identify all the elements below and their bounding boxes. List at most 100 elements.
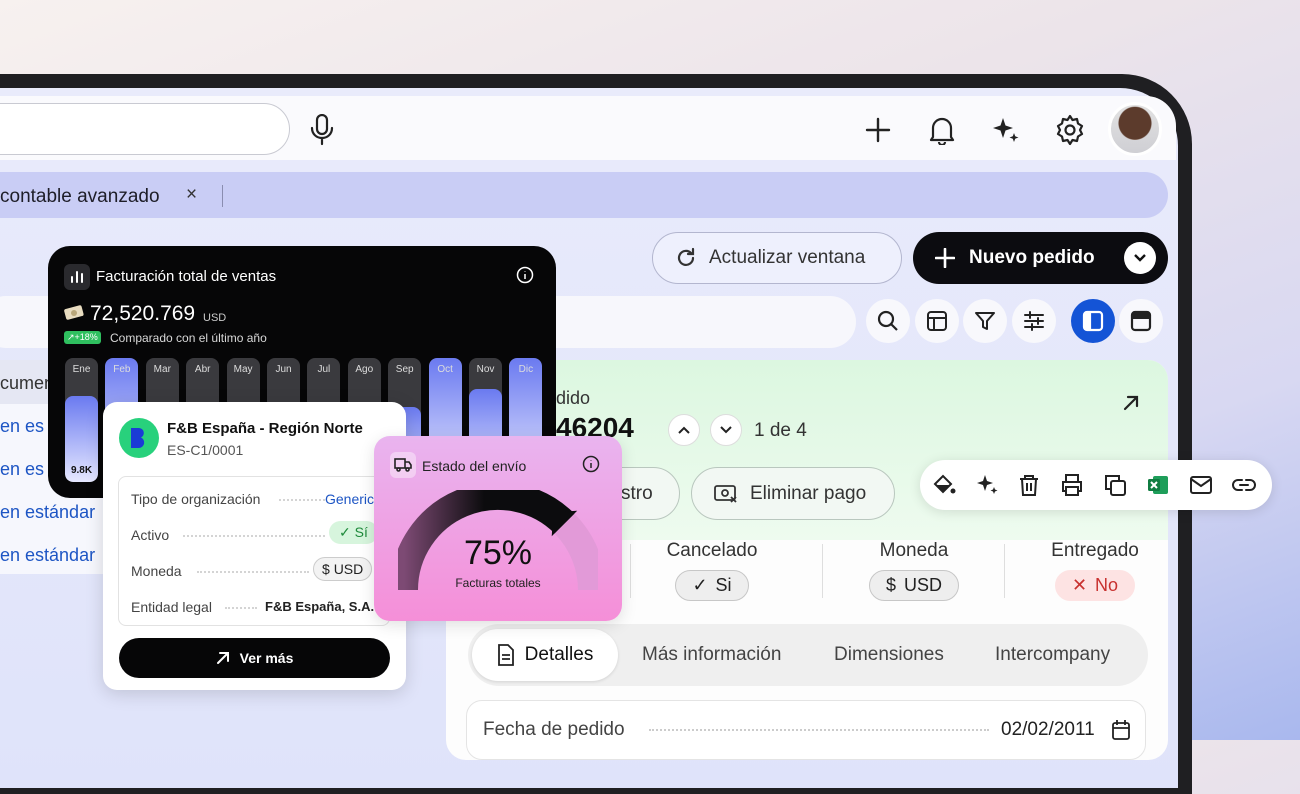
truck-icon: [390, 452, 416, 478]
list-item[interactable]: en estándar: [0, 545, 95, 566]
chip-value: Si: [715, 575, 732, 595]
search-icon[interactable]: [866, 299, 910, 343]
detail-tabs: Detalles Más información Dimensiones Int…: [468, 624, 1148, 686]
close-icon: ✕: [1071, 575, 1088, 595]
arrow-up-right-icon: [216, 652, 229, 664]
chip-value: No: [1095, 575, 1119, 595]
filter-icon[interactable]: [963, 299, 1007, 343]
dotted-leader: [183, 535, 325, 537]
shipping-subtitle: Facturas totales: [455, 576, 541, 590]
document-tab-bar: [0, 172, 1168, 218]
refresh-window-label: Actualizar ventana: [709, 247, 866, 268]
mail-icon[interactable]: [1189, 473, 1213, 497]
check-icon: ✓: [692, 575, 708, 595]
property-value[interactable]: Generic: [325, 491, 374, 507]
tab-more-info[interactable]: Más información: [642, 644, 781, 666]
list-item[interactable]: en estándar: [0, 502, 95, 523]
dotted-leader: [279, 499, 325, 501]
property-value: F&B España, S.A.: [265, 599, 375, 614]
copy-icon[interactable]: [1103, 473, 1127, 497]
chevron-up-icon[interactable]: [668, 414, 700, 446]
register-label: stro: [621, 482, 653, 504]
chip-value: USD: [904, 575, 943, 595]
status-delivered: Entregado ✕ No: [1012, 540, 1168, 601]
dotted-leader: [225, 607, 257, 609]
sales-total-unit: USD: [203, 312, 227, 324]
delivered-chip: ✕ No: [1054, 570, 1136, 601]
status-divider: [1004, 544, 1005, 598]
order-date-field[interactable]: Fecha de pedido 02/02/2011: [466, 700, 1146, 760]
print-icon[interactable]: [1060, 473, 1084, 497]
property-value: Sí: [354, 524, 368, 540]
status-currency: Moneda $ USD: [824, 540, 1004, 601]
bell-icon[interactable]: [922, 110, 962, 150]
tab-details[interactable]: Detalles: [472, 629, 618, 681]
payment-remove-icon: [714, 484, 737, 503]
money-icon: [64, 305, 84, 320]
month-bar[interactable]: Ene 9.8K: [65, 358, 98, 482]
see-more-button[interactable]: Ver más: [119, 638, 390, 678]
global-search-input[interactable]: [0, 103, 290, 155]
trash-icon[interactable]: [1017, 473, 1041, 497]
property-label: Moneda: [131, 563, 182, 579]
info-icon[interactable]: [516, 266, 534, 284]
month-label: Jun: [275, 364, 292, 375]
plus-icon: [935, 248, 955, 268]
delete-payment-label: Eliminar pago: [750, 482, 867, 504]
refresh-icon: [677, 247, 695, 266]
table-icon[interactable]: [915, 299, 959, 343]
active-chip: ✓ Sí: [329, 521, 378, 544]
status-label: Moneda: [879, 540, 949, 561]
open-external-icon[interactable]: [1122, 394, 1140, 417]
dollar-icon: $: [885, 575, 896, 595]
plus-icon[interactable]: [858, 110, 898, 150]
delete-payment-button[interactable]: Eliminar pago: [691, 467, 895, 520]
shipping-percentage: 75%: [463, 534, 533, 572]
list-item[interactable]: en es: [0, 459, 44, 480]
microphone-icon[interactable]: [302, 110, 342, 150]
sparkle-icon[interactable]: [975, 473, 999, 497]
refresh-window-button[interactable]: Actualizar ventana: [652, 232, 902, 284]
new-order-label: Nuevo pedido: [969, 247, 1095, 268]
side-panel-icon[interactable]: [1071, 299, 1115, 343]
sliders-icon[interactable]: [1012, 299, 1056, 343]
bottom-panel-icon[interactable]: [1119, 299, 1163, 343]
chevron-down-icon[interactable]: [710, 414, 742, 446]
entity-properties: Tipo de organización Generic Activo ✓ Sí…: [118, 476, 390, 626]
sales-total-value: 72,520.769: [90, 302, 196, 325]
link-icon[interactable]: [1232, 473, 1256, 497]
shipping-status-card: Estado del envío 75% Facturas totales: [374, 436, 622, 621]
growth-badge: ↗+18%: [64, 331, 101, 344]
status-label: Entregado: [1051, 540, 1139, 561]
tab-label: Detalles: [524, 644, 594, 665]
gear-icon[interactable]: [1050, 110, 1090, 150]
month-label: Mar: [153, 364, 171, 375]
excel-icon[interactable]: [1146, 473, 1170, 497]
list-item[interactable]: en es: [0, 416, 44, 437]
property-label: Tipo de organización: [131, 491, 261, 507]
property-label: Activo: [131, 527, 170, 543]
month-label: Nov: [476, 364, 495, 375]
close-tab-icon[interactable]: ×: [186, 184, 197, 206]
see-more-label: Ver más: [239, 650, 294, 666]
property-label: Entidad legal: [131, 599, 212, 615]
dotted-leader: [649, 729, 989, 731]
month-label: Feb: [113, 364, 131, 375]
sparkle-icon[interactable]: [986, 110, 1026, 150]
tab-dimensions[interactable]: Dimensiones: [834, 644, 944, 666]
paint-bucket-icon[interactable]: [932, 473, 956, 497]
new-order-button[interactable]: Nuevo pedido: [913, 232, 1168, 284]
chevron-down-icon[interactable]: [1124, 242, 1156, 274]
status-label: Cancelado: [666, 540, 758, 561]
currency-chip: $ USD: [313, 557, 373, 581]
document-tab-label[interactable]: contable avanzado: [0, 186, 160, 208]
bar-value: 9.8K: [70, 465, 93, 476]
month-label: Sep: [395, 364, 414, 375]
user-avatar[interactable]: [1108, 102, 1162, 156]
comparison-text: Comparado con el último año: [110, 331, 267, 345]
month-label: Oct: [437, 364, 453, 375]
month-label: Jul: [317, 364, 331, 375]
tab-intercompany[interactable]: Intercompany: [995, 644, 1110, 666]
info-icon[interactable]: [582, 455, 600, 473]
calendar-icon[interactable]: [1111, 719, 1131, 741]
